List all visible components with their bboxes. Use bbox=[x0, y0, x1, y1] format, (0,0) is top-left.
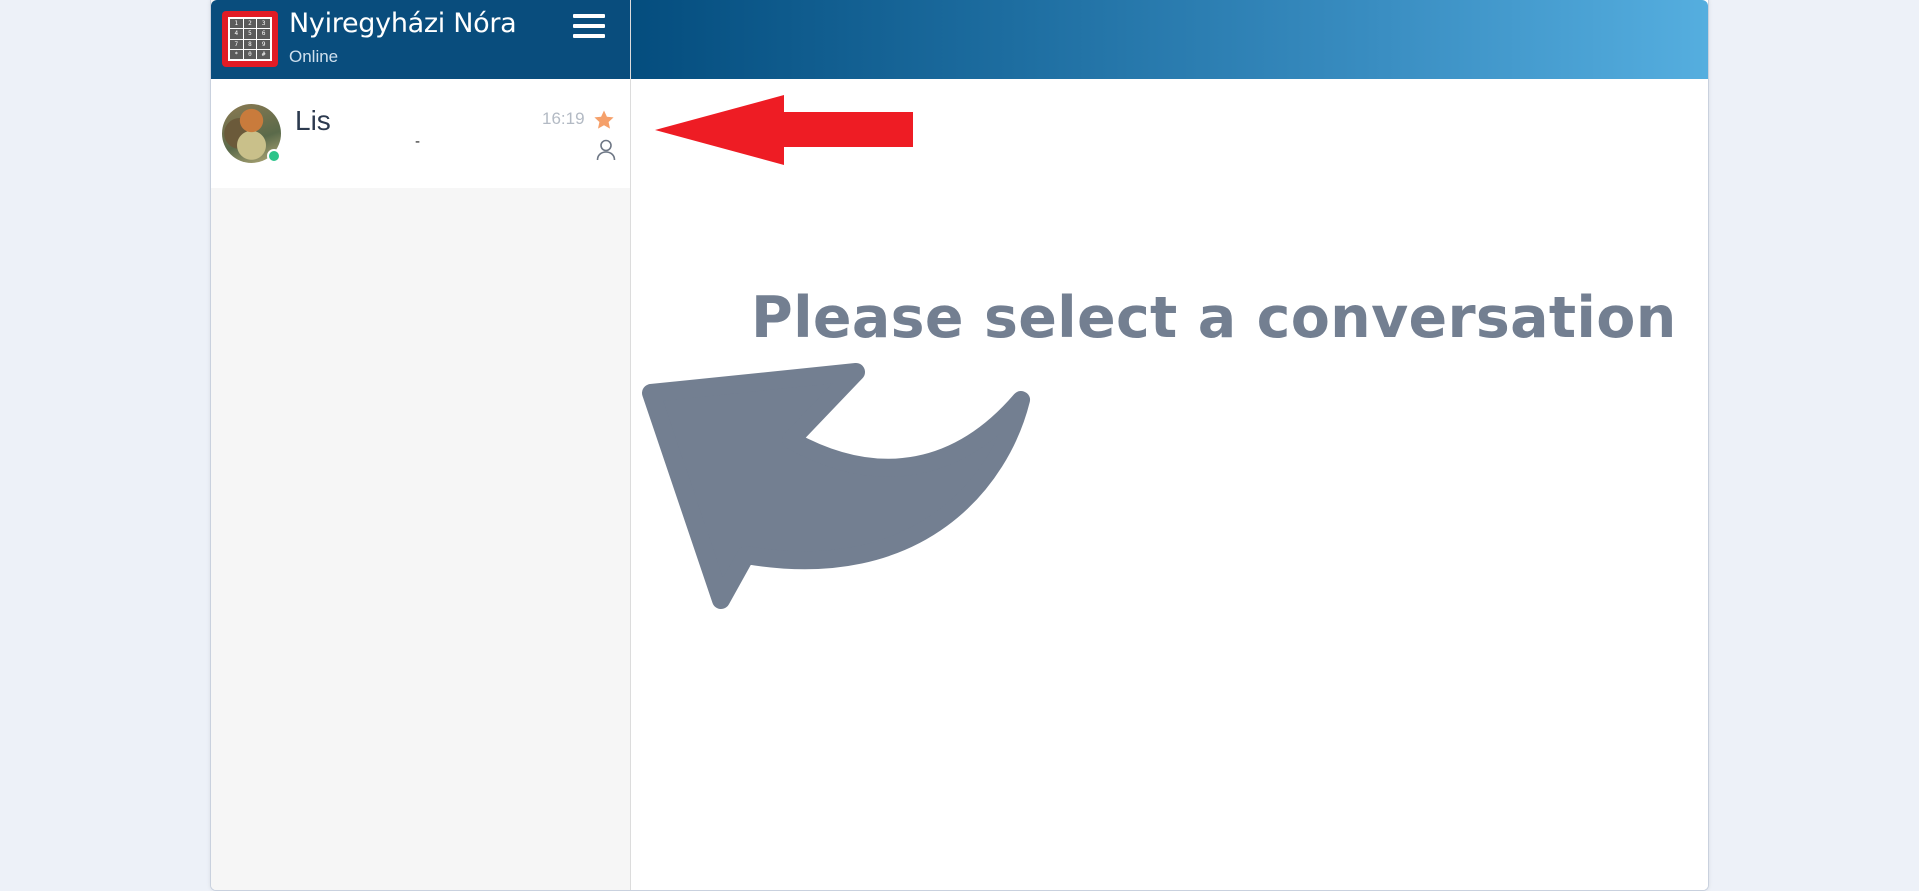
chat-app-window: 1 2 3 4 5 6 7 8 9 * 0 # Nyiregyházi Nóra… bbox=[210, 0, 1709, 891]
last-message-preview: - bbox=[415, 134, 421, 150]
keypad-logo-icon: 1 2 3 4 5 6 7 8 9 * 0 # bbox=[228, 17, 272, 61]
contact-name: Lis bbox=[295, 105, 331, 136]
chat-header bbox=[631, 0, 1708, 79]
last-message-time: 16:19 bbox=[542, 109, 585, 128]
conversation-list-item[interactable]: Lis - 16:19 bbox=[211, 79, 630, 188]
app-logo: 1 2 3 4 5 6 7 8 9 * 0 # bbox=[222, 11, 278, 67]
main-panel: Please select a conversation bbox=[631, 0, 1708, 890]
current-user-name: Nyiregyházi Nóra bbox=[289, 8, 517, 39]
sidebar: 1 2 3 4 5 6 7 8 9 * 0 # Nyiregyházi Nóra… bbox=[211, 0, 631, 890]
current-user-status: Online bbox=[289, 47, 339, 66]
online-status-dot bbox=[267, 149, 281, 163]
person-icon[interactable] bbox=[596, 139, 616, 161]
sidebar-header: 1 2 3 4 5 6 7 8 9 * 0 # Nyiregyházi Nóra… bbox=[211, 0, 630, 79]
curved-arrow-icon bbox=[642, 363, 1030, 609]
hamburger-menu-icon[interactable] bbox=[573, 14, 605, 44]
empty-state-message: Please select a conversation bbox=[751, 285, 1677, 351]
star-icon[interactable] bbox=[592, 108, 616, 132]
